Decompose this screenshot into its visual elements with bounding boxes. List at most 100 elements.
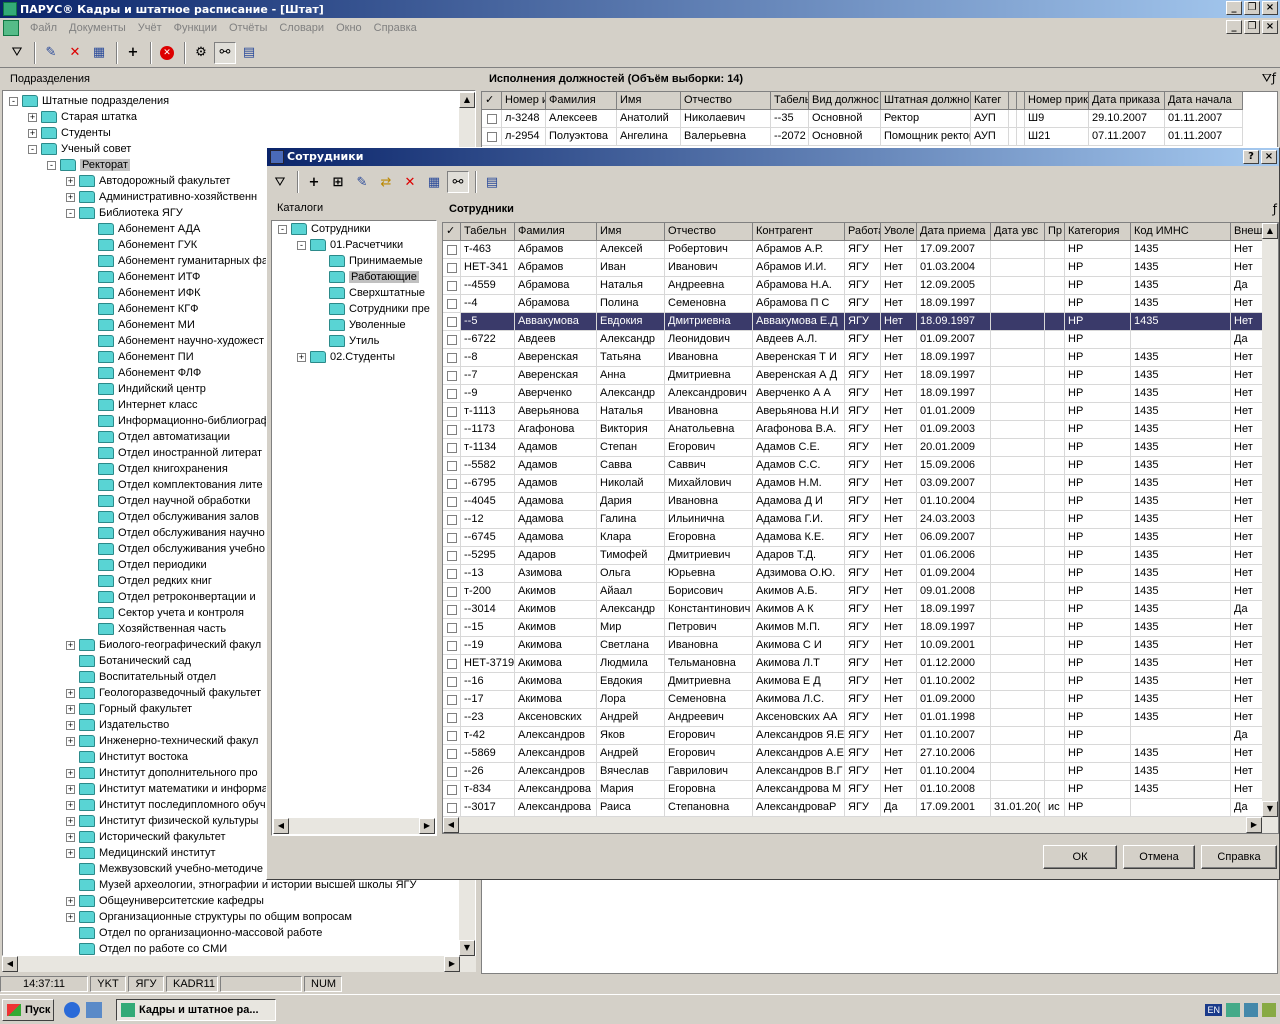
column-header[interactable]: Код ИМНС: [1131, 223, 1231, 241]
column-header[interactable]: Категория: [1065, 223, 1131, 241]
department-tree-node[interactable]: - Ректорат: [47, 157, 130, 173]
row-checkbox[interactable]: [447, 479, 457, 489]
scroll-down-icon[interactable]: ▼: [459, 940, 475, 956]
catalog-tree-node[interactable]: Сотрудники пре: [316, 301, 430, 317]
collapse-icon[interactable]: -: [278, 224, 287, 234]
column-header[interactable]: Имя: [597, 223, 665, 241]
department-tree-node[interactable]: + Медицинский институт: [66, 845, 216, 861]
department-tree-node[interactable]: Абонемент ИФК: [85, 285, 200, 301]
scroll-right-icon[interactable]: ▶: [1246, 817, 1262, 833]
department-tree-node[interactable]: + Административно-хозяйственн: [66, 189, 257, 205]
department-tree-node[interactable]: Институт востока: [66, 749, 188, 765]
scroll-right-icon[interactable]: ▶: [444, 956, 460, 972]
dialog-properties-icon[interactable]: ▤: [481, 171, 503, 193]
delete-icon[interactable]: ✕: [64, 42, 86, 64]
catalog-tree-node[interactable]: Утиль: [316, 333, 379, 349]
expand-icon[interactable]: +: [66, 176, 75, 186]
menu-item[interactable]: Окно: [330, 22, 368, 34]
column-header[interactable]: Фамилия: [515, 223, 597, 241]
department-tree-node[interactable]: Сектор учета и контроля: [85, 605, 244, 621]
catalog-scroll-left-icon[interactable]: ◀: [273, 818, 289, 834]
close-button[interactable]: ×: [1262, 1, 1278, 15]
collapse-icon[interactable]: -: [9, 96, 18, 106]
row-checkbox[interactable]: [447, 803, 457, 813]
column-header[interactable]: Имя: [617, 92, 681, 110]
row-checkbox[interactable]: [447, 263, 457, 273]
column-header[interactable]: Номер и: [502, 92, 546, 110]
department-tree-node[interactable]: + Геологоразведочный факультет: [66, 685, 261, 701]
properties-icon[interactable]: ▤: [238, 42, 260, 64]
cancel-button[interactable]: Отмена: [1123, 845, 1195, 869]
row-checkbox[interactable]: [447, 767, 457, 777]
department-tree-node[interactable]: Абонемент научно-художест: [85, 333, 264, 349]
row-checkbox[interactable]: [447, 695, 457, 705]
row-checkbox[interactable]: [447, 659, 457, 669]
department-tree-node[interactable]: + Биолого-географический факул: [66, 637, 261, 653]
ok-button[interactable]: ОК: [1043, 845, 1117, 869]
dialog-close-button[interactable]: ×: [1261, 150, 1277, 164]
department-tree-node[interactable]: + Общеуниверситетские кафедры: [66, 893, 264, 909]
department-tree-node[interactable]: - Ученый совет: [28, 141, 131, 157]
department-tree-node[interactable]: - Штатные подразделения: [9, 93, 169, 109]
department-tree-node[interactable]: Отдел редких книг: [85, 573, 212, 589]
department-tree-node[interactable]: Отдел обслуживания учебно: [85, 541, 265, 557]
department-tree-node[interactable]: Отдел книгохранения: [85, 461, 228, 477]
department-tree-node[interactable]: Отдел комплектования лите: [85, 477, 263, 493]
department-tree-node[interactable]: Абонемент МИ: [85, 317, 195, 333]
column-header[interactable]: Пр: [1045, 223, 1065, 241]
row-checkbox[interactable]: [447, 497, 457, 507]
department-tree-node[interactable]: Отдел научной обработки: [85, 493, 250, 509]
row-checkbox[interactable]: [447, 569, 457, 579]
department-tree-node[interactable]: Абонемент ФЛФ: [85, 365, 201, 381]
grid-fx-icon[interactable]: ƒ: [1273, 202, 1277, 216]
column-header[interactable]: ✓: [482, 92, 502, 110]
edit-icon[interactable]: ✎: [40, 42, 62, 64]
expand-icon[interactable]: +: [66, 800, 75, 810]
row-checkbox[interactable]: [447, 587, 457, 597]
department-tree-node[interactable]: Отдел обслуживания залов: [85, 509, 259, 525]
column-header[interactable]: Номер прик: [1025, 92, 1089, 110]
row-checkbox[interactable]: [487, 114, 497, 124]
department-tree-node[interactable]: Отдел периодики: [85, 557, 207, 573]
employees-grid[interactable]: ✓ Табельн Фамилия Имя Отчество Контрагент Рабо…: [442, 222, 1279, 834]
menu-item[interactable]: Учёт: [132, 22, 168, 34]
row-checkbox[interactable]: [447, 623, 457, 633]
catalog-tree-node[interactable]: Работающие: [316, 269, 419, 285]
restore-button[interactable]: ❐: [1244, 1, 1260, 15]
column-header[interactable]: Уволе: [881, 223, 917, 241]
column-header[interactable]: Дата приказа: [1089, 92, 1165, 110]
dialog-table-icon[interactable]: ▦: [423, 171, 445, 193]
department-tree-node[interactable]: Отдел иностранной литерат: [85, 445, 262, 461]
expand-icon[interactable]: +: [66, 736, 75, 746]
column-header[interactable]: Табельн: [461, 223, 515, 241]
row-checkbox[interactable]: [447, 407, 457, 417]
catalog-tree-node[interactable]: Сверхштатные: [316, 285, 425, 301]
row-checkbox[interactable]: [447, 551, 457, 561]
column-header[interactable]: [1009, 92, 1017, 110]
menu-item[interactable]: Функции: [168, 22, 223, 34]
tools-icon[interactable]: ⚙: [190, 42, 212, 64]
minimize-button[interactable]: _: [1226, 1, 1242, 15]
expand-icon[interactable]: +: [66, 848, 75, 858]
expand-icon[interactable]: +: [66, 912, 75, 922]
dialog-search-binoculars-icon[interactable]: ⚯: [447, 171, 469, 193]
catalog-tree-node[interactable]: Уволенные: [316, 317, 406, 333]
row-checkbox[interactable]: [447, 785, 457, 795]
department-tree-node[interactable]: Воспитательный отдел: [66, 669, 216, 685]
row-checkbox[interactable]: [447, 641, 457, 651]
row-checkbox[interactable]: [447, 443, 457, 453]
dialog-edit-icon[interactable]: ✎: [351, 171, 373, 193]
department-tree-node[interactable]: Отдел по работе со СМИ: [66, 941, 227, 955]
department-tree-node[interactable]: + Горный факультет: [66, 701, 192, 717]
department-tree-node[interactable]: Абонемент КГФ: [85, 301, 199, 317]
department-tree-node[interactable]: Абонемент АДА: [85, 221, 200, 237]
tray-app-icon[interactable]: [1262, 1002, 1276, 1017]
department-tree-node[interactable]: + Автодорожный факультет: [66, 173, 230, 189]
department-tree-node[interactable]: Информационно-библиограф: [85, 413, 270, 429]
catalog-hscroll[interactable]: ◀ ▶: [273, 818, 435, 834]
department-tree-node[interactable]: + Институт математики и информа: [66, 781, 268, 797]
filter-fx-icon[interactable]: ⛛ƒ: [1262, 71, 1276, 86]
dialog-add-icon[interactable]: +: [303, 171, 325, 193]
department-tree-node[interactable]: Отдел по организационно-массовой работе: [66, 925, 322, 941]
collapse-icon[interactable]: -: [28, 144, 37, 154]
